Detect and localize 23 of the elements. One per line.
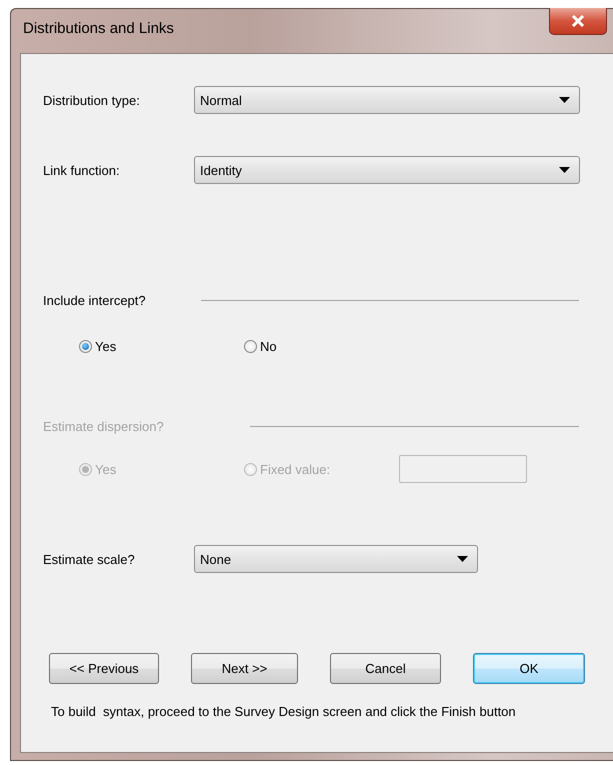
dropdown[interactable]: Identity bbox=[194, 156, 580, 184]
radio-button[interactable] bbox=[244, 340, 257, 352]
dialog-button[interactable]: OK bbox=[473, 653, 585, 684]
field-label: Link function: bbox=[43, 162, 121, 178]
field-label: Distribution type: bbox=[43, 92, 141, 108]
radio-option[interactable]: Yes bbox=[79, 338, 244, 354]
dropdown[interactable]: None bbox=[194, 545, 478, 573]
dialog-button[interactable]: Cancel bbox=[330, 653, 441, 684]
dropdown[interactable]: Normal bbox=[194, 86, 580, 114]
close-icon bbox=[571, 15, 585, 27]
dialog-button[interactable]: << Previous bbox=[49, 653, 159, 684]
field-label: Estimate scale? bbox=[43, 552, 136, 566]
dropdown-arrow-icon bbox=[457, 556, 468, 562]
radio-button[interactable] bbox=[79, 340, 92, 352]
hint-text: To build syntax, proceed to the Survey Design screen and click the Finish button bbox=[50, 704, 517, 720]
radio-option[interactable]: No bbox=[244, 338, 409, 354]
close-button[interactable] bbox=[549, 8, 607, 35]
group-heading: Estimate dispersion? bbox=[43, 419, 164, 434]
group-heading: Include intercept? bbox=[43, 293, 146, 308]
window-title: Distributions and Links bbox=[22, 20, 174, 36]
dropdown-arrow-icon bbox=[559, 167, 570, 173]
dialog-button[interactable]: Next >> bbox=[191, 653, 298, 684]
dropdown-arrow-icon bbox=[559, 97, 570, 103]
